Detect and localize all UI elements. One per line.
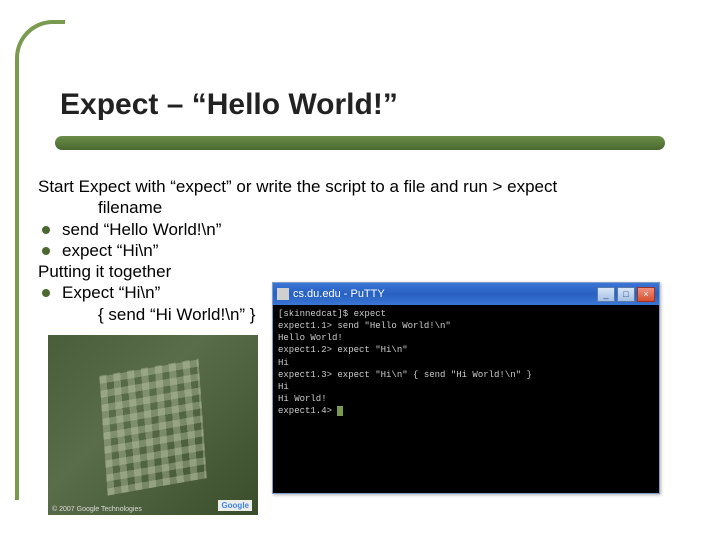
bullet-row-2: expect “Hi\n” <box>38 240 690 261</box>
terminal-line: expect1.2> expect "Hi\n" <box>278 345 408 355</box>
putty-title-text: cs.du.edu - PuTTY <box>293 288 385 300</box>
terminal-line: expect1.4> <box>278 406 332 416</box>
aerial-image: © 2007 Google Technologies Google <box>48 335 258 515</box>
bullet-icon <box>42 247 50 255</box>
maximize-button[interactable]: □ <box>617 287 635 302</box>
terminal-line: Hi <box>278 358 289 368</box>
putty-window: cs.du.edu - PuTTY _ □ × [skinnedcat]$ ex… <box>272 282 660 494</box>
bullet-row-1: send “Hello World!\n” <box>38 219 690 240</box>
terminal-line: expect1.3> expect "Hi\n" { send "Hi Worl… <box>278 370 532 380</box>
title-underline <box>55 136 665 150</box>
terminal-line: [skinnedcat]$ expect <box>278 309 386 319</box>
qr-pattern <box>99 358 206 495</box>
bullet-text-1: send “Hello World!\n” <box>62 219 221 240</box>
minimize-button[interactable]: _ <box>597 287 615 302</box>
putty-icon <box>277 288 289 300</box>
bullet-text-2: expect “Hi\n” <box>62 240 158 261</box>
google-attribution: Google <box>218 500 252 511</box>
cursor-icon <box>337 406 343 416</box>
slide-title: Expect – “Hello World!” <box>60 88 398 122</box>
intro-line1: Start Expect with “expect” or write the … <box>38 176 690 197</box>
putty-titlebar[interactable]: cs.du.edu - PuTTY _ □ × <box>273 283 659 305</box>
bullet-text-3: Expect “Hi\n” <box>62 282 160 303</box>
putting-together-text: Putting it together <box>38 261 690 282</box>
window-buttons: _ □ × <box>597 287 655 302</box>
image-copyright: © 2007 Google Technologies <box>52 506 142 513</box>
bullet-icon <box>42 226 50 234</box>
putty-terminal[interactable]: [skinnedcat]$ expect expect1.1> send "He… <box>273 305 659 493</box>
terminal-line: expect1.1> send "Hello World!\n" <box>278 321 451 331</box>
bullet-icon <box>42 289 50 297</box>
close-button[interactable]: × <box>637 287 655 302</box>
terminal-line: Hi <box>278 382 289 392</box>
intro-line2: filename <box>98 197 690 218</box>
terminal-line: Hello World! <box>278 333 343 343</box>
terminal-line: Hi World! <box>278 394 327 404</box>
